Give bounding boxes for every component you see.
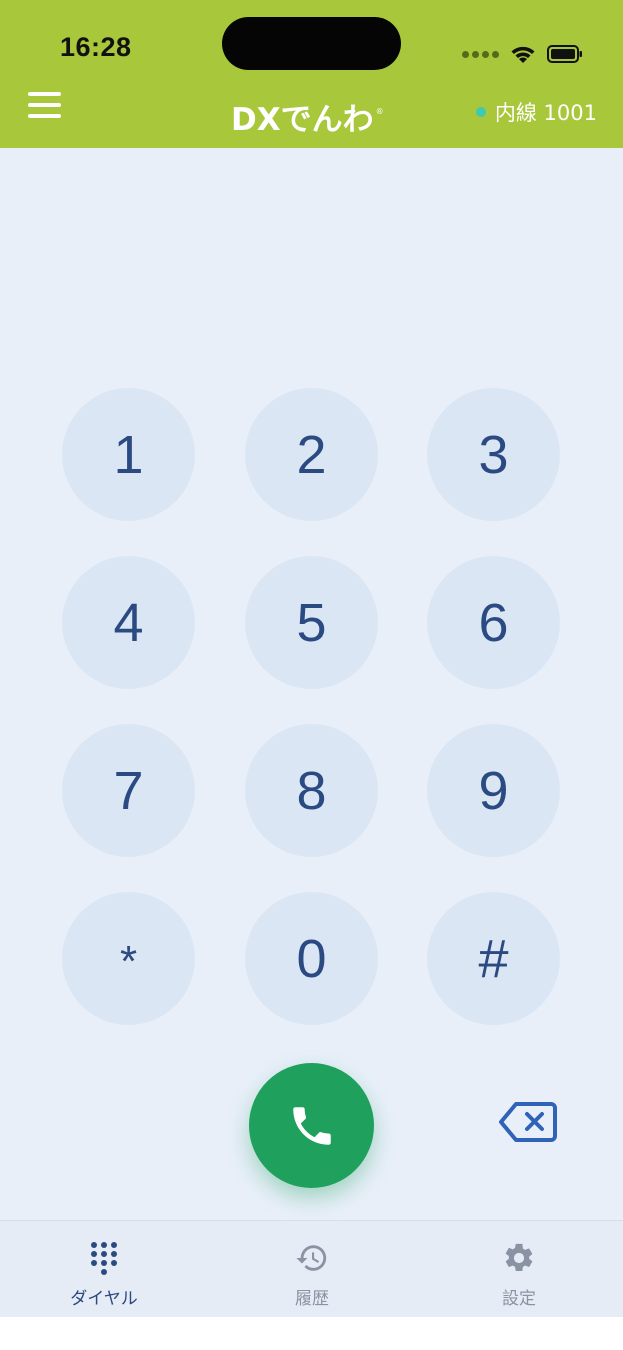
key-star[interactable]: *	[62, 892, 195, 1025]
call-button[interactable]	[249, 1063, 374, 1188]
phone-icon	[292, 1106, 331, 1145]
key-4[interactable]: 4	[62, 556, 195, 689]
app-title: DXでんわ ®	[231, 94, 384, 139]
wifi-icon	[511, 46, 535, 63]
key-7[interactable]: 7	[62, 724, 195, 857]
tab-settings[interactable]: 設定	[459, 1221, 579, 1318]
extension-status: 内線 1001	[475, 97, 597, 127]
app-title-text: DXでんわ	[231, 102, 374, 138]
backspace-icon	[499, 1102, 557, 1142]
registered-mark: ®	[375, 107, 384, 116]
cellular-signal-icon	[462, 50, 499, 58]
tab-settings-label: 設定	[502, 1289, 536, 1309]
online-status-dot	[475, 107, 486, 117]
key-2[interactable]: 2	[245, 388, 378, 521]
dialpad-icon	[91, 1242, 117, 1275]
key-8[interactable]: 8	[245, 724, 378, 857]
key-6[interactable]: 6	[427, 556, 560, 689]
hamburger-menu-icon[interactable]	[28, 92, 62, 118]
dialer-screen: 16:28 DXでんわ ® 内線 1001 1 2 3 4 5 6 7 8 9 …	[0, 0, 623, 1350]
bottom-tab-bar: ダイヤル 履歴 設定	[0, 1220, 623, 1317]
status-icons	[462, 44, 583, 64]
key-1[interactable]: 1	[62, 388, 195, 521]
dialer-main: 1 2 3 4 5 6 7 8 9 * 0 #	[0, 148, 623, 1220]
history-icon	[296, 1245, 327, 1271]
backspace-button[interactable]	[498, 1101, 558, 1143]
tab-dial[interactable]: ダイヤル	[44, 1221, 164, 1318]
key-5[interactable]: 5	[245, 556, 378, 689]
dynamic-island	[222, 17, 401, 70]
key-hash[interactable]: #	[427, 892, 560, 1025]
tab-history-label: 履歴	[295, 1289, 329, 1309]
tab-dial-label: ダイヤル	[70, 1289, 138, 1309]
key-9[interactable]: 9	[427, 724, 560, 857]
key-0[interactable]: 0	[245, 892, 378, 1025]
status-time: 16:28	[60, 32, 132, 62]
gear-icon	[505, 1243, 533, 1272]
app-header: 16:28 DXでんわ ® 内線 1001	[0, 0, 623, 148]
home-indicator-area	[0, 1317, 623, 1350]
battery-icon	[547, 45, 582, 63]
extension-label: 内線 1001	[494, 101, 597, 125]
tab-history[interactable]: 履歴	[252, 1221, 372, 1318]
key-3[interactable]: 3	[427, 388, 560, 521]
